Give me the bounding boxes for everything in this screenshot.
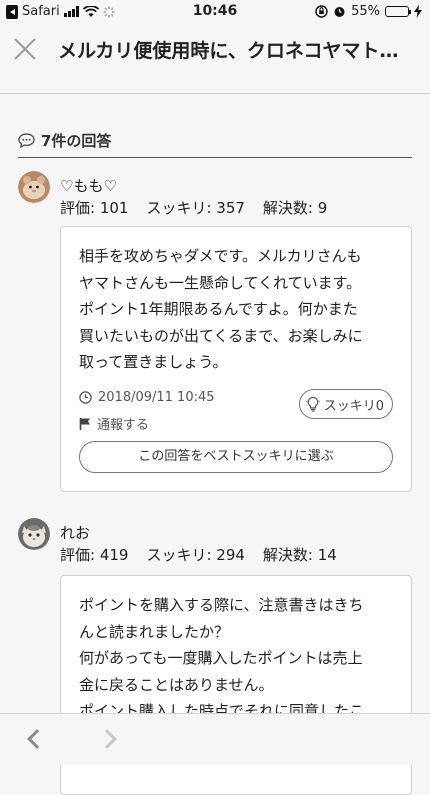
question-title: メルカリ便使用時に、クロネコヤマト…: [58, 36, 418, 63]
answer-body: 相手を攻めちゃダメです。メルカリさんも ヤマトさんも一生懸命してくれています。 …: [61, 227, 411, 376]
answer-line: ポイントを購入する際に、注意書きはきち: [79, 592, 393, 619]
answer-date: 2018/09/11 10:45: [79, 390, 215, 405]
header-divider: [0, 93, 430, 94]
best-answer-button[interactable]: この回答をベストスッキリに選ぶ: [79, 441, 393, 473]
clock-icon: [79, 391, 92, 404]
battery-icon: [385, 6, 409, 17]
sukkiri-button[interactable]: スッキリ0: [299, 389, 393, 419]
chevron-left-icon: [27, 729, 47, 749]
answer-card: 相手を攻めちゃダメです。メルカリさんも ヤマトさんも一生懸命してくれています。 …: [60, 226, 412, 492]
report-text[interactable]: 通報する: [97, 414, 149, 433]
answer-body: ポイントを購入する際に、注意書きはきち んと読まれましたか？ 何があっても一度購…: [61, 576, 411, 725]
answerer-name[interactable]: ♡もも♡: [60, 175, 117, 196]
rating-stat: 評価: 101: [60, 197, 128, 218]
rating-stat: 評価: 419: [60, 544, 128, 565]
back-button[interactable]: [24, 726, 48, 754]
status-bar: Safari 10:46 55%: [0, 0, 430, 24]
chevron-right-icon: [97, 729, 117, 749]
avatar[interactable]: [18, 518, 50, 550]
speech-bubble-icon: [18, 133, 35, 148]
answerer-stats: 評価: 419 スッキリ: 294 解決数: 14: [60, 544, 337, 565]
date-text: 2018/09/11 10:45: [98, 390, 215, 405]
answer-line: 何があっても一度購入したポイントは売上: [79, 645, 393, 672]
avatar[interactable]: [18, 171, 50, 203]
answer-line: 取って置きましょう。: [79, 349, 393, 376]
charging-bolt-icon: [414, 5, 422, 18]
forward-button[interactable]: [98, 726, 122, 754]
rotation-lock-icon: [315, 5, 328, 18]
answer-line: ヤマトさんも一生懸命してくれています。: [79, 270, 393, 297]
battery-percent: 55%: [351, 4, 380, 19]
answer-line: 金に戻ることはありません。: [79, 672, 393, 699]
answer-line: 相手を攻めちゃダメです。メルカリさんも: [79, 243, 393, 270]
report-link[interactable]: 通報する: [79, 414, 149, 433]
answer-line: んと読まれましたか？: [79, 619, 393, 646]
answerer-stats: 評価: 101 スッキリ: 357 解決数: 9: [60, 197, 327, 218]
answer-line: 買いたいものが出てくるまで、お楽しみに: [79, 323, 393, 350]
lightbulb-icon: [306, 396, 320, 412]
answer-line: ポイント1年期限あるんですよ。何かまた: [79, 296, 393, 323]
flag-icon: [79, 417, 91, 430]
solved-stat: 解決数: 14: [263, 544, 337, 565]
browser-toolbar: [0, 713, 430, 765]
answerer-name[interactable]: れお: [60, 522, 90, 543]
close-icon[interactable]: [12, 36, 38, 62]
status-right: 55%: [315, 4, 422, 19]
solved-stat: 解決数: 9: [263, 197, 327, 218]
sukkiri-stat: スッキリ: 357: [146, 197, 244, 218]
page-header: メルカリ便使用時に、クロネコヤマト…: [0, 24, 430, 74]
sukkiri-stat: スッキリ: 294: [146, 544, 244, 565]
answers-section-header: 7件の回答: [18, 124, 412, 158]
sukkiri-button-label: スッキリ0: [324, 395, 384, 414]
alarm-icon: [333, 5, 346, 18]
answers-count-title: 7件の回答: [41, 130, 111, 151]
